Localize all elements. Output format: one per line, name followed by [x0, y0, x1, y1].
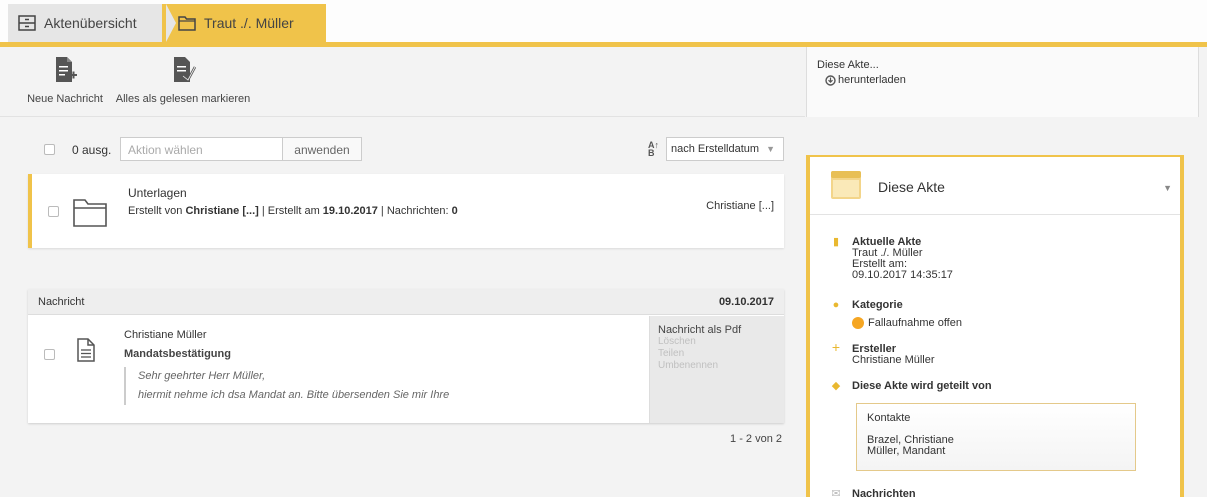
- action-select-placeholder: Aktion wählen: [128, 143, 203, 157]
- message-actions: Nachricht als Pdf Löschen Teilen Umbenen…: [649, 316, 784, 423]
- folder-owner: Christiane [...]: [706, 200, 774, 212]
- new-message-button[interactable]: Neue Nachricht: [24, 55, 106, 105]
- apply-button[interactable]: anwenden: [282, 137, 362, 161]
- message-header-label: Nachricht: [38, 296, 85, 308]
- sort-select-value: nach Erstelldatum: [671, 143, 760, 155]
- file-info-panel: Diese Akte ▼ ▮ Aktuelle Akte Traut ./. M…: [806, 155, 1184, 497]
- archive-box-icon: [18, 15, 36, 31]
- button-label: Neue Nachricht: [27, 93, 103, 105]
- file-menu: Diese Akte... herunterladen: [806, 47, 1199, 117]
- plus-icon: +: [831, 339, 841, 355]
- download-link[interactable]: herunterladen: [825, 74, 1188, 86]
- new-document-icon: [56, 57, 77, 82]
- message-sender: Christiane Müller: [124, 329, 207, 341]
- folder-checkbox[interactable]: [48, 206, 59, 217]
- delete-action[interactable]: Löschen: [658, 336, 776, 348]
- category-value: Fallaufnahme offen: [868, 316, 962, 329]
- message-subject[interactable]: Mandatsbestätigung: [124, 348, 231, 360]
- document-icon: [77, 338, 95, 362]
- selected-count: 0 ausg.: [72, 143, 112, 157]
- download-icon: [825, 74, 836, 86]
- category-value-row: Fallaufnahme offen: [852, 317, 1172, 329]
- meta-prefix: Erstellt von: [128, 205, 186, 217]
- message-preview: Sehr geehrter Herr Müller, hiermit nehme…: [124, 367, 449, 405]
- folder-creator: Christiane [...]: [185, 205, 259, 217]
- creator-value: Christiane Müller: [852, 354, 935, 366]
- select-all-checkbox[interactable]: [44, 144, 55, 155]
- panel-header[interactable]: Diese Akte ▼: [810, 157, 1180, 215]
- meta-mid: | Erstellt am: [258, 205, 323, 217]
- sort-select[interactable]: nach Erstelldatum ▼: [666, 137, 784, 161]
- folder-meta: Erstellt von Christiane [...] | Erstellt…: [128, 205, 458, 217]
- message-header-date: 09.10.2017: [718, 296, 774, 308]
- toolbar: Neue Nachricht Alles als gelesen markier…: [0, 47, 805, 117]
- tab-bar: Aktenübersicht Traut ./. Müller: [0, 0, 1207, 47]
- contacts-label: Kontakte: [867, 412, 911, 424]
- folder-message-count: 0: [451, 205, 458, 217]
- shared-label: Diese Akte wird geteilt von: [852, 380, 992, 392]
- status-dot-icon: [852, 317, 864, 329]
- folder-date: 19.10.2017: [322, 205, 378, 217]
- message-checkbox[interactable]: [44, 349, 55, 360]
- chevron-down-icon: ▼: [766, 144, 775, 154]
- preview-line: Sehr geehrter Herr Müller,: [138, 370, 266, 382]
- share-action[interactable]: Teilen: [658, 348, 776, 360]
- mail-icon: ✉: [831, 488, 841, 497]
- action-select[interactable]: Aktion wählen ▼: [120, 137, 302, 161]
- tab-label: Traut ./. Müller: [204, 15, 294, 31]
- file-menu-title: Diese Akte...: [817, 59, 879, 71]
- mark-all-read-button[interactable]: Alles als gelesen markieren: [112, 55, 254, 105]
- tab-aktenuebersicht[interactable]: Aktenübersicht: [8, 4, 176, 42]
- sort-az-icon: A↑ B: [648, 140, 659, 158]
- messages-label: Nachrichten: [852, 488, 916, 497]
- folder-icon: [73, 199, 107, 227]
- panel-title: Diese Akte: [878, 179, 945, 195]
- tab-case[interactable]: Traut ./. Müller: [162, 4, 326, 42]
- document-check-icon: [174, 57, 196, 82]
- pagination-info: 1 - 2 von 2: [730, 433, 782, 445]
- chevron-down-icon[interactable]: ▼: [1163, 183, 1172, 193]
- category-label: Kategorie: [852, 299, 903, 311]
- pdf-action[interactable]: Nachricht als Pdf: [658, 324, 776, 336]
- file-folder-icon: [831, 171, 861, 199]
- message-header: Nachricht 09.10.2017: [28, 289, 784, 315]
- meta-suffix: | Nachrichten:: [377, 205, 452, 217]
- folder-title: Unterlagen: [128, 186, 187, 200]
- created-value: 09.10.2017 14:35:17: [852, 269, 953, 281]
- button-label: Alles als gelesen markieren: [115, 93, 251, 105]
- contacts-box: Kontakte Brazel, Christiane Müller, Mand…: [856, 403, 1136, 471]
- message-card: Nachricht 09.10.2017 Christiane Müller M…: [28, 289, 784, 423]
- filter-bar: 0 ausg. Aktion wählen ▼ anwenden A↑B nac…: [28, 137, 784, 163]
- contact-item[interactable]: Müller, Mandant: [867, 446, 1125, 457]
- file-bullet-icon: ▮: [832, 236, 840, 248]
- folder-item[interactable]: Unterlagen Erstellt von Christiane [...]…: [28, 174, 784, 248]
- tab-label: Aktenübersicht: [44, 15, 137, 31]
- preview-line: hiermit nehme ich dsa Mandat an. Bitte ü…: [138, 389, 450, 401]
- rename-action[interactable]: Umbenennen: [658, 360, 776, 372]
- download-label: herunterladen: [838, 74, 906, 86]
- share-hand-icon: ◆: [831, 380, 841, 392]
- dot-bullet-icon: ●: [832, 299, 840, 311]
- folder-icon: [178, 16, 196, 31]
